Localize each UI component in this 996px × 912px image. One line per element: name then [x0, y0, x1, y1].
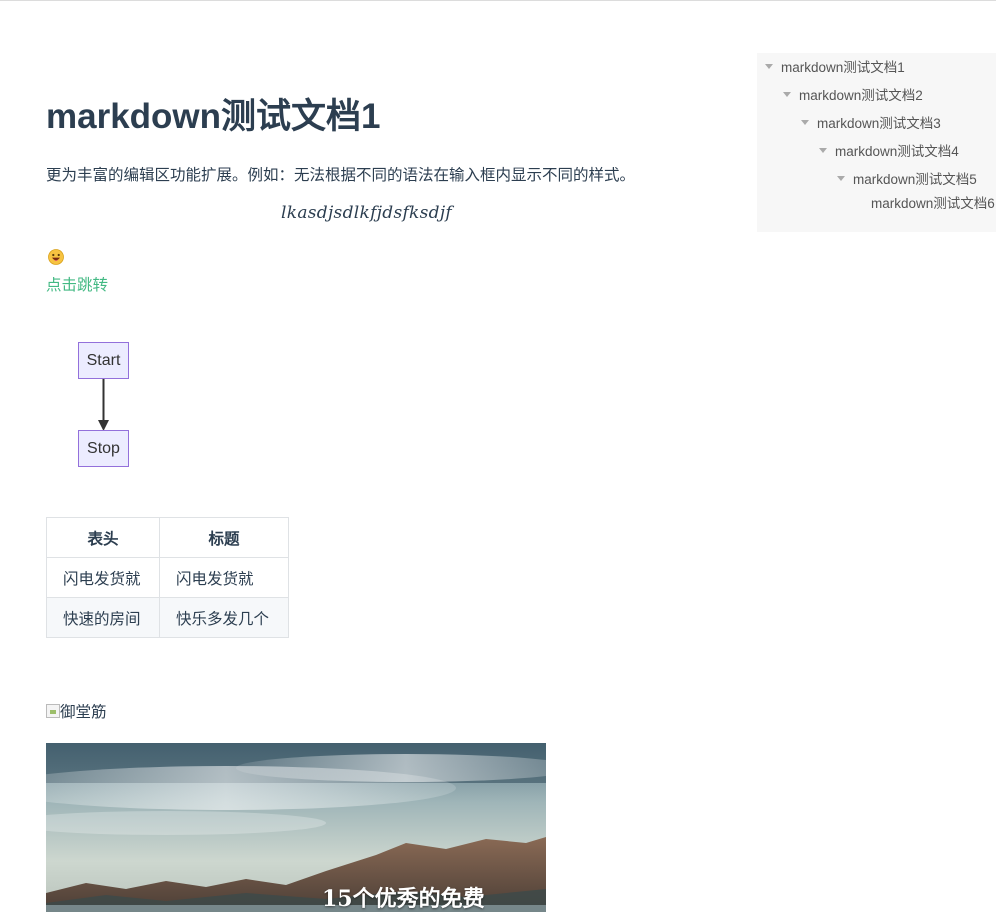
toc-item-3[interactable]: markdown测试文档3: [801, 115, 941, 133]
table-cell: 闪电发货就: [46, 557, 160, 598]
toc-item-1[interactable]: markdown测试文档1: [765, 59, 905, 77]
caret-down-icon[interactable]: [819, 147, 827, 153]
table-cell: 快乐多发几个: [159, 597, 289, 638]
toc-sidebar: markdown测试文档1 markdown测试文档2 markdown测试文档…: [757, 53, 996, 232]
broken-image-alt: 御堂筋: [60, 704, 107, 721]
caret-down-icon[interactable]: [783, 91, 791, 97]
table-header-cell: 表头: [46, 517, 160, 558]
jump-link[interactable]: 点击跳转: [46, 274, 108, 298]
banner-caption: 15个优秀的免费: [322, 886, 485, 912]
flow-node-start: Start: [78, 342, 129, 379]
toc-item-label: markdown测试文档4: [835, 144, 959, 159]
table-row: 闪电发货就 闪电发货就: [46, 557, 289, 598]
banner-image: 15个优秀的免费: [46, 743, 546, 912]
broken-image-icon: [46, 704, 60, 718]
toc-item-4[interactable]: markdown测试文档4: [819, 143, 959, 161]
table-header-row: 表头 标题: [46, 517, 289, 558]
toc-item-5[interactable]: markdown测试文档5: [837, 171, 977, 189]
flowchart: Start Stop: [46, 330, 206, 480]
caret-down-icon[interactable]: [837, 175, 845, 181]
toc-item-6[interactable]: markdown测试文档6: [871, 196, 996, 212]
table-row: 快速的房间 快乐多发几个: [46, 597, 289, 638]
flow-node-stop: Stop: [78, 430, 129, 467]
page-title: markdown测试文档1: [46, 97, 381, 136]
caret-down-icon[interactable]: [801, 119, 809, 125]
toc-item-label: markdown测试文档5: [853, 172, 977, 187]
toc-item-label: markdown测试文档2: [799, 88, 923, 103]
top-divider: [0, 0, 996, 1]
math-formula: lkasdjsdlkfjdsfksdjf: [281, 203, 453, 223]
table-cell: 快速的房间: [46, 597, 160, 638]
table-header-cell: 标题: [159, 517, 289, 558]
intro-paragraph: 更为丰富的编辑区功能扩展。例如：无法根据不同的语法在输入框内显示不同的样式。: [46, 167, 636, 184]
caret-down-icon[interactable]: [765, 63, 773, 69]
page: markdown测试文档1 更为丰富的编辑区功能扩展。例如：无法根据不同的语法在…: [0, 0, 996, 912]
broken-image: 御堂筋: [46, 701, 107, 725]
table-cell: 闪电发货就: [159, 557, 289, 598]
data-table: 表头 标题 闪电发货就 闪电发货就 快速的房间 快乐多发几个: [46, 517, 289, 638]
toc-item-2[interactable]: markdown测试文档2: [783, 87, 923, 105]
toc-item-label: markdown测试文档3: [817, 116, 941, 131]
grinning-face-icon: [48, 249, 64, 265]
toc-item-label: markdown测试文档1: [781, 60, 905, 75]
